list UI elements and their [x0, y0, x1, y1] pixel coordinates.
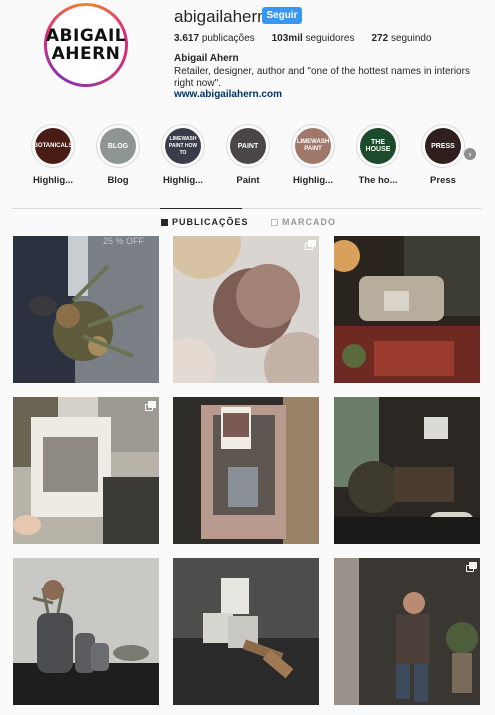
profile-stats: 3.617 publicações 103mil seguidores 272 …: [174, 33, 449, 44]
tag-icon: [271, 218, 278, 226]
post-image: [173, 558, 319, 705]
multiple-images-icon: [305, 240, 316, 250]
posts-count: 3.617: [174, 33, 200, 44]
highlight-ring: LIMEWASH PAINT: [291, 124, 335, 168]
tab-posts[interactable]: PUBLICAÇÕES: [161, 217, 249, 227]
stat-following[interactable]: 272 seguindo: [371, 33, 431, 44]
stat-posts: 3.617 publicações: [174, 33, 255, 44]
following-label: seguindo: [390, 33, 432, 44]
tab-posts-label: PUBLICAÇÕES: [172, 217, 249, 227]
highlight-label: Paint: [236, 175, 260, 186]
post-image: [13, 558, 159, 705]
highlight-label: Blog: [107, 175, 129, 186]
highlight-ring: LIMEWASH PAINT HOW TO: [161, 124, 205, 168]
posts-label: publicações: [201, 33, 255, 44]
active-tab-indicator: [160, 208, 242, 209]
post-image: [334, 397, 480, 544]
username: abigailahern: [174, 7, 267, 26]
followers-label: seguidores: [305, 33, 355, 44]
highlight-label: Press: [430, 175, 456, 186]
post-paint-tins[interactable]: [173, 558, 319, 705]
highlight-cover: PAINT: [230, 128, 266, 164]
bio: Retailer, designer, author and "one of t…: [174, 66, 470, 89]
post-overlay-text: 25 % OFF: [103, 236, 145, 246]
post-mirror-swatch[interactable]: [173, 397, 319, 544]
profile-avatar-ring[interactable]: ABIGAIL AHERN: [44, 3, 128, 87]
follow-button[interactable]: Seguir: [262, 7, 302, 24]
followers-count: 103mil: [271, 33, 303, 44]
website-link[interactable]: www.abigailahern.com: [174, 89, 282, 100]
highlight-blog[interactable]: BLOG Blog: [89, 124, 147, 186]
post-image: [173, 397, 319, 544]
avatar-line-1: ABIGAIL: [45, 26, 127, 46]
highlight-limewash-paint[interactable]: LIMEWASH PAINT Highlig...: [284, 124, 342, 186]
post-dark-lounge[interactable]: [334, 397, 480, 544]
highlight-ring: BOTANICALS: [31, 124, 75, 168]
highlight-ring: BLOG: [96, 124, 140, 168]
post-image: [13, 236, 159, 383]
tab-tagged-label: MARCADO: [282, 217, 336, 227]
post-image: [334, 236, 480, 383]
highlight-cover: BOTANICALS: [34, 128, 72, 164]
highlight-cover: THE HOUSE: [360, 128, 396, 164]
tab-tagged[interactable]: MARCADO: [271, 217, 336, 227]
post-image: [334, 558, 480, 705]
highlight-label: Highlig...: [162, 175, 204, 186]
multiple-images-icon: [466, 562, 477, 572]
highlight-ring: THE HOUSE: [356, 124, 400, 168]
chevron-right-icon[interactable]: ›: [464, 148, 476, 160]
following-count: 272: [371, 33, 389, 44]
grid-icon: [161, 218, 168, 226]
highlight-cover: LIMEWASH PAINT: [295, 128, 331, 164]
highlight-limewash-how-to[interactable]: LIMEWASH PAINT HOW TO Highlig...: [154, 124, 212, 186]
highlight-the-house[interactable]: THE HOUSE The ho...: [349, 124, 407, 186]
tabs-divider: [12, 208, 482, 209]
post-paint-swatches[interactable]: [173, 236, 319, 383]
post-flower-bouquet[interactable]: 25 % OFF: [13, 236, 159, 383]
avatar-line-2: AHERN: [51, 44, 121, 64]
stat-followers[interactable]: 103mil seguidores: [272, 33, 355, 44]
avatar[interactable]: ABIGAIL AHERN: [45, 6, 127, 84]
post-image: [13, 397, 159, 544]
post-living-room[interactable]: [334, 236, 480, 383]
full-name: Abigail Ahern: [174, 53, 239, 64]
highlight-cover: PRESS: [425, 128, 461, 164]
multiple-images-icon: [145, 401, 156, 411]
highlight-ring: PRESS: [421, 124, 465, 168]
highlight-ring: PAINT: [226, 124, 270, 168]
post-vases[interactable]: [13, 558, 159, 705]
highlight-label: Highlig...: [32, 175, 74, 186]
post-paint-samples[interactable]: [13, 397, 159, 544]
highlight-paint[interactable]: PAINT Paint: [219, 124, 277, 186]
highlight-label: The ho...: [358, 175, 398, 186]
highlight-cover: BLOG: [100, 128, 136, 164]
post-image: [173, 236, 319, 383]
post-painting-wall[interactable]: [334, 558, 480, 705]
highlight-botanicals[interactable]: BOTANICALS Highlig...: [24, 124, 82, 186]
highlight-label: Highlig...: [292, 175, 334, 186]
highlight-cover: LIMEWASH PAINT HOW TO: [165, 128, 201, 164]
